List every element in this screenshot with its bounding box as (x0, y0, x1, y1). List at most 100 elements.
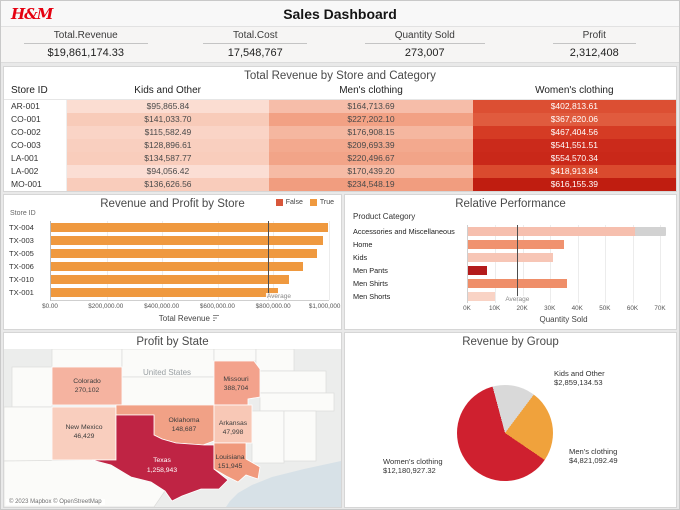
heatmap-cell[interactable]: $134,587.77 (66, 151, 270, 165)
heatmap-cell[interactable]: $220,496.67 (269, 151, 473, 165)
heatmap-cell[interactable]: $367,620.06 (472, 112, 676, 126)
x-tick-label: 40K (571, 305, 583, 312)
category-column-header: Product Category (353, 212, 416, 221)
legend-item-false[interactable]: False (275, 199, 303, 206)
category-label: Men Shirts (353, 279, 388, 288)
legend-item-true[interactable]: True (309, 199, 334, 206)
heatmap-cell[interactable]: $554,570.34 (472, 151, 676, 165)
legend-label: True (319, 199, 334, 206)
x-axis-title-text: Total Revenue (158, 314, 210, 323)
x-tick-label: $200,000.00 (88, 303, 124, 310)
x-tick-label: $0.00 (42, 303, 58, 310)
x-tick-label: 0K (463, 305, 471, 312)
kpi-label: Profit (552, 30, 636, 44)
pie-label-value: $12,180,927.32 (383, 466, 436, 475)
x-tick-label: $1,000,000.00 (308, 303, 342, 310)
gridline (329, 221, 330, 300)
quantity-bar[interactable] (468, 253, 554, 262)
heatmap-cell[interactable]: $234,548.19 (269, 177, 473, 191)
x-tick-label: $600,000.00 (199, 303, 235, 310)
heatmap-cell[interactable]: $467,404.56 (472, 125, 676, 139)
heatmap-cell[interactable]: $227,202.10 (269, 112, 473, 126)
column-header-kids[interactable]: Kids and Other (66, 83, 270, 100)
kpi-profit: Profit 2,312,408 (510, 27, 680, 62)
store-id-cell[interactable]: CO-003 (4, 138, 67, 152)
heatmap-cell[interactable]: $176,908.15 (269, 125, 473, 139)
x-tick-label: 60K (626, 305, 639, 312)
x-axis-ticks: $0.00 $200,000.00 $400,000.00 $600,000.00 $8… (42, 303, 341, 312)
revenue-bar[interactable] (51, 236, 324, 245)
revenue-bar[interactable] (51, 262, 303, 271)
panel-relative-performance: Relative Performance Product Category Ac… (344, 194, 677, 330)
x-tick-label: 10K (488, 305, 501, 312)
quantity-bar[interactable] (468, 240, 564, 249)
pie-label-value: $4,821,092.49 (569, 456, 618, 465)
heatmap-cell[interactable]: $115,582.49 (66, 125, 270, 139)
column-header-womens[interactable]: Women's clothing (472, 83, 676, 100)
pie-label-kids: Kids and Other $2,859,134.53 (554, 369, 605, 387)
store-id-cell[interactable]: LA-002 (4, 164, 67, 178)
revenue-bar[interactable] (51, 223, 328, 232)
average-reference-line (517, 225, 519, 303)
heatmap-cell[interactable]: $209,693.39 (269, 138, 473, 152)
pie-chart[interactable] (457, 385, 553, 481)
heatmap-table: Store ID Kids and Other Men's clothing W… (4, 83, 676, 191)
store-id-cell[interactable]: LA-001 (4, 151, 67, 165)
pie-label-name: Women's clothing (383, 457, 443, 466)
heatmap-row: LA-001 $134,587.77 $220,496.67 $554,570.34 (4, 151, 676, 165)
heatmap-cell[interactable]: $170,439.20 (269, 164, 473, 178)
gridline (577, 225, 579, 303)
heatmap-cell[interactable]: $141,033.70 (66, 112, 270, 126)
category-label: Accessories and Miscellaneous (353, 227, 455, 236)
legend-swatch-true (309, 199, 317, 206)
revenue-bar-plot: Average (50, 221, 330, 301)
quantity-bar[interactable] (468, 292, 496, 301)
heatmap-cell[interactable]: $128,896.61 (66, 138, 270, 152)
store-id-cell[interactable]: CO-001 (4, 112, 67, 126)
legend-swatch-false (275, 199, 283, 206)
x-tick-label: 70K (654, 305, 666, 312)
revenue-bar[interactable] (51, 288, 279, 297)
state-colorado[interactable] (51, 366, 123, 406)
store-id-cell[interactable]: MO-001 (4, 177, 67, 191)
gridline (522, 225, 524, 303)
pie-label-name: Kids and Other (554, 369, 605, 378)
heatmap-cell[interactable]: $94,056.42 (66, 164, 270, 178)
y-axis-label: TX-005 (9, 249, 34, 258)
heatmap-cell[interactable]: $136,626.56 (66, 177, 270, 191)
kpi-value: 273,007 (404, 47, 445, 59)
heatmap-title: Total Revenue by Store and Category (244, 70, 436, 82)
quantity-bar[interactable] (468, 227, 655, 236)
heatmap-cell[interactable]: $541,551.51 (472, 138, 676, 152)
x-tick-label: $400,000.00 (144, 303, 180, 310)
column-header-store-id[interactable]: Store ID (4, 83, 66, 100)
revenue-bar[interactable] (51, 249, 318, 258)
map-title: Profit by State (136, 336, 209, 348)
heatmap-cell[interactable]: $164,713.69 (269, 99, 473, 113)
heatmap-row: CO-002 $115,582.49 $176,908.15 $467,404.56 (4, 125, 676, 139)
category-label: Men Shorts (353, 292, 391, 301)
sort-icon[interactable] (212, 314, 220, 322)
map-attribution[interactable]: © 2023 Mapbox © OpenStreetMap (6, 499, 105, 505)
panel-profit-by-state: Profit by State United States Colorado 2… (3, 332, 342, 508)
average-reference-label: Average (504, 296, 531, 303)
page-title: Sales Dashboard (283, 5, 397, 22)
pie-label-value: $2,859,134.53 (554, 378, 603, 387)
panel-revenue-by-group: Revenue by Group Kids and Other $2,859,1… (344, 332, 677, 508)
pie-label-womens: Women's clothing $12,180,927.32 (383, 457, 443, 475)
heatmap-cell[interactable]: $616,155.39 (472, 177, 676, 191)
x-tick-label: 20K (516, 305, 528, 312)
quantity-bar[interactable] (468, 266, 488, 275)
revenue-bar[interactable] (51, 275, 289, 284)
store-id-cell[interactable]: CO-002 (4, 125, 67, 139)
column-header-mens[interactable]: Men's clothing (269, 83, 473, 100)
panel-revenue-profit-by-store: Revenue and Profit by Store False True S… (3, 194, 342, 330)
store-id-cell[interactable]: AR-001 (4, 99, 67, 113)
state-missouri[interactable] (213, 360, 261, 406)
heatmap-cell[interactable]: $418,913.84 (472, 164, 676, 178)
x-axis-title: Quantity Sold (539, 315, 588, 324)
heatmap-cell[interactable]: $402,813.61 (472, 99, 676, 113)
heatmap-cell[interactable]: $95,865.84 (66, 99, 270, 113)
hm-logo: H&M (11, 4, 53, 23)
y-axis-label: TX-006 (9, 262, 34, 271)
